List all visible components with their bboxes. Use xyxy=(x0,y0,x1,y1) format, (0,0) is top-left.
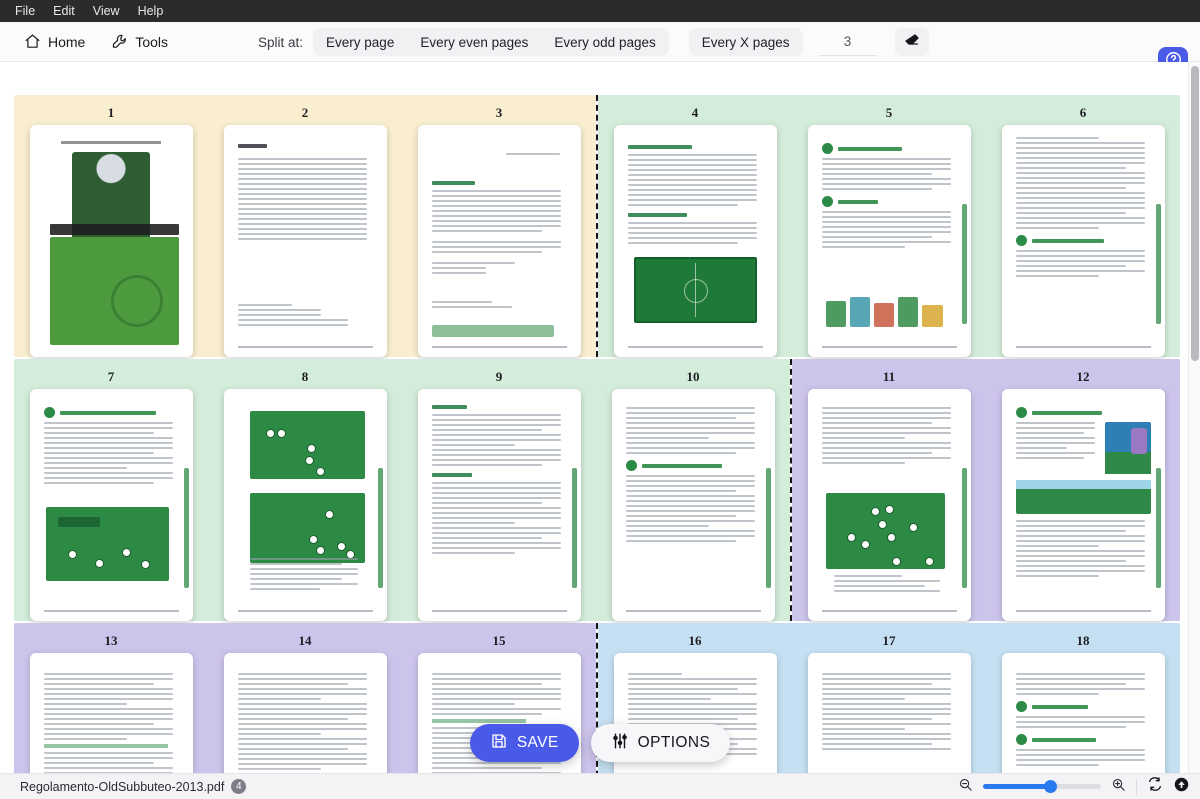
page-number: 17 xyxy=(883,629,896,653)
zoom-slider[interactable] xyxy=(983,784,1101,789)
zoom-in-icon[interactable] xyxy=(1111,777,1126,797)
wrench-icon xyxy=(111,33,128,50)
home-button[interactable]: Home xyxy=(14,28,95,55)
tactics-diagram xyxy=(46,507,169,581)
page-number: 5 xyxy=(886,101,893,125)
page-cover-art xyxy=(30,125,193,357)
page-thumbnail-6[interactable] xyxy=(1002,125,1165,357)
page-thumbnail-1[interactable] xyxy=(30,125,193,357)
page-cell[interactable]: 9 xyxy=(402,365,596,621)
options-button[interactable]: OPTIONS xyxy=(591,724,731,762)
split-controls: Split at: Every page Every even pages Ev… xyxy=(258,22,929,62)
page-cell[interactable]: 6 xyxy=(986,101,1180,357)
page-number: 11 xyxy=(883,365,895,389)
page-cell[interactable]: 12 xyxy=(986,365,1180,621)
page-number: 8 xyxy=(302,365,309,389)
page-cell[interactable]: 5 xyxy=(792,101,986,357)
page-number: 9 xyxy=(496,365,503,389)
page-cell[interactable]: 1 xyxy=(14,101,208,357)
page-thumbnail-4[interactable] xyxy=(614,125,777,357)
page-thumbnail-3[interactable] xyxy=(418,125,581,357)
filename-label: Regolamento-OldSubbuteo-2013.pdf xyxy=(20,780,224,794)
page-cell[interactable]: 7 xyxy=(14,365,208,621)
page-thumbnail-9[interactable] xyxy=(418,389,581,621)
page-number: 2 xyxy=(302,101,309,125)
page-thumbnail-11[interactable] xyxy=(808,389,971,621)
split-mode-every-odd[interactable]: Every odd pages xyxy=(541,28,668,56)
split-mode-every-x-group: Every X pages xyxy=(689,28,803,56)
split-mode-every-page[interactable]: Every page xyxy=(313,28,407,56)
page-count-badge: 4 xyxy=(231,779,246,794)
page-cell[interactable]: 3 xyxy=(402,101,596,357)
save-button[interactable]: SAVE xyxy=(470,724,579,762)
options-label: OPTIONS xyxy=(638,734,711,752)
scrollbar-thumb[interactable] xyxy=(1191,66,1199,361)
page-row-1: 1 2 xyxy=(14,95,1178,357)
page-number: 4 xyxy=(692,101,699,125)
every-x-input[interactable]: 3 xyxy=(819,28,877,56)
split-group-3a[interactable]: 11 xyxy=(792,359,1180,621)
sliders-icon xyxy=(611,732,629,755)
main-toolbar: Home Tools Split at: Every page Every ev… xyxy=(0,22,1200,62)
page-row-2: 7 xyxy=(14,359,1178,621)
home-label: Home xyxy=(48,34,85,50)
page-thumbnail-8[interactable] xyxy=(224,389,387,621)
tools-button[interactable]: Tools xyxy=(101,28,178,55)
page-thumbnail-12[interactable] xyxy=(1002,389,1165,621)
page-cell[interactable]: 11 xyxy=(792,365,986,621)
menu-item-edit[interactable]: Edit xyxy=(46,3,82,20)
page-cell[interactable]: 8 xyxy=(208,365,402,621)
split-mode-every-even[interactable]: Every even pages xyxy=(407,28,541,56)
page-number: 16 xyxy=(689,629,702,653)
page-thumbnail-2[interactable] xyxy=(224,125,387,357)
page-number: 12 xyxy=(1077,365,1090,389)
vertical-scrollbar[interactable] xyxy=(1188,62,1200,773)
page-cell[interactable]: 2 xyxy=(208,101,402,357)
page-thumbnail-7[interactable] xyxy=(30,389,193,621)
refresh-icon[interactable] xyxy=(1147,776,1163,797)
page-thumbnail-5[interactable] xyxy=(808,125,971,357)
page-number: 3 xyxy=(496,101,503,125)
page-number: 7 xyxy=(108,365,115,389)
eraser-icon xyxy=(904,32,920,53)
status-divider xyxy=(1136,779,1137,795)
save-label: SAVE xyxy=(517,734,559,752)
split-group-1[interactable]: 1 2 xyxy=(14,95,596,357)
page-thumbnail-10[interactable] xyxy=(612,389,775,621)
scroll-to-top-icon[interactable] xyxy=(1173,776,1190,798)
page-groups: 1 2 xyxy=(14,95,1178,773)
tools-label: Tools xyxy=(135,34,168,50)
pitch-diagram xyxy=(634,257,757,323)
page-cell[interactable]: 4 xyxy=(598,101,792,357)
zoom-slider-knob[interactable] xyxy=(1044,780,1057,793)
page-number: 13 xyxy=(105,629,118,653)
home-icon xyxy=(24,33,41,50)
menu-item-help[interactable]: Help xyxy=(131,3,171,20)
zoom-out-icon[interactable] xyxy=(958,777,973,797)
floating-action-bar: SAVE OPTIONS xyxy=(0,724,1200,762)
tactics-diagram-bottom xyxy=(250,493,365,563)
tactics-diagram xyxy=(826,493,945,569)
split-group-2b[interactable]: 7 xyxy=(14,359,790,621)
split-group-2a[interactable]: 4 xyxy=(598,95,1180,357)
split-at-label: Split at: xyxy=(258,35,303,50)
page-grid-canvas[interactable]: 1 2 xyxy=(0,62,1200,773)
status-bar: Regolamento-OldSubbuteo-2013.pdf 4 xyxy=(0,773,1200,799)
floppy-disk-icon xyxy=(490,732,508,755)
page-number: 1 xyxy=(108,101,115,125)
page-number: 10 xyxy=(687,365,700,389)
split-mode-group: Every page Every even pages Every odd pa… xyxy=(313,28,669,56)
menu-item-file[interactable]: File xyxy=(8,3,42,20)
page-number: 14 xyxy=(299,629,312,653)
menu-item-view[interactable]: View xyxy=(86,3,127,20)
zoom-controls xyxy=(958,776,1190,798)
page-number: 18 xyxy=(1077,629,1090,653)
tactics-diagram-top xyxy=(250,411,365,479)
page-cell[interactable]: 10 xyxy=(596,365,790,621)
page-number: 15 xyxy=(493,629,506,653)
split-mode-every-x[interactable]: Every X pages xyxy=(689,28,803,56)
page-number: 6 xyxy=(1080,101,1087,125)
eraser-button[interactable] xyxy=(895,28,929,56)
menu-bar: File Edit View Help xyxy=(0,0,1200,22)
